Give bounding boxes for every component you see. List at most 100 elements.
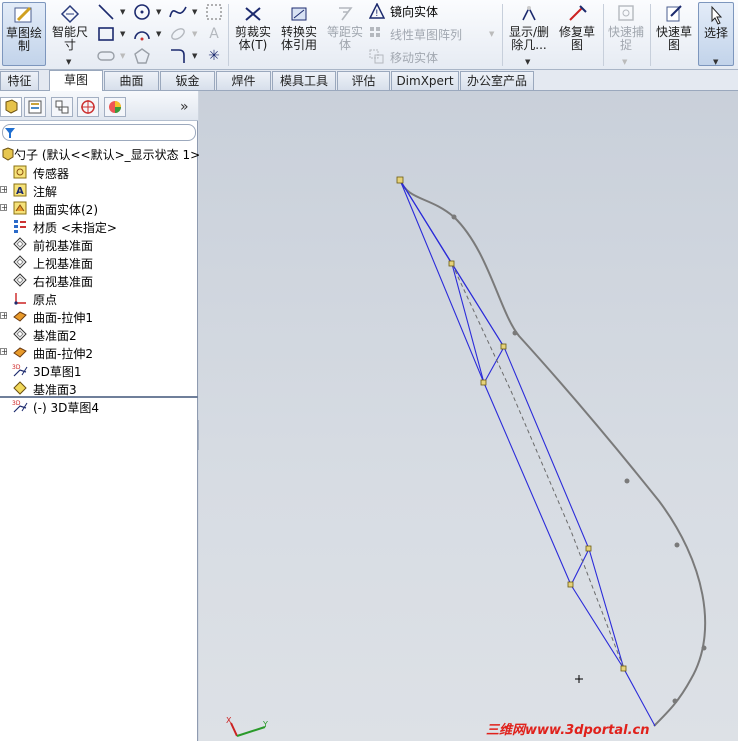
display-manager-tab[interactable]: [104, 97, 126, 117]
tree-item[interactable]: 3D 3D草图1: [0, 361, 198, 379]
sensor-icon: [12, 164, 28, 180]
tree-item[interactable]: 基准面2: [0, 325, 198, 343]
polygon-icon[interactable]: [132, 46, 152, 66]
property-manager-tab[interactable]: [24, 97, 46, 117]
dimxpert-manager-tab[interactable]: [77, 97, 99, 117]
ellipse-icon[interactable]: [168, 24, 188, 44]
tree-item[interactable]: 传感器: [0, 163, 198, 181]
plane-icon: [12, 326, 28, 342]
tab-sketch[interactable]: 草图: [49, 70, 103, 91]
expand-plus-icon[interactable]: +: [0, 186, 8, 194]
tree-item[interactable]: 原点: [0, 289, 198, 307]
line-dropdown-icon[interactable]: ▼: [120, 8, 125, 16]
tab-sheet-metal[interactable]: 钣金: [160, 71, 215, 90]
rapid-sketch-button[interactable]: 快速草 图: [653, 2, 695, 66]
tree-root-part[interactable]: 勺子 (默认<<默认>_显示状态 1>): [0, 145, 205, 163]
spline-icon[interactable]: [168, 2, 188, 22]
tree-item-label: 基准面2: [33, 329, 77, 343]
graphics-area[interactable]: X Y: [199, 91, 738, 741]
grid-icon[interactable]: [204, 2, 224, 22]
feature-manager-tab[interactable]: [0, 97, 22, 117]
svg-text:A: A: [16, 186, 24, 197]
sketch3d-icon: 3D: [12, 398, 28, 414]
display-delete-relations-button[interactable]: 显示/删 除几...: [506, 2, 552, 66]
expand-plus-icon[interactable]: +: [0, 204, 8, 212]
offset-entities-button[interactable]: 等距实 体: [324, 2, 366, 66]
expand-plus-icon[interactable]: +: [0, 312, 8, 320]
ribbon-separator: [603, 4, 604, 66]
repair-sketch-button[interactable]: 修复草 图: [554, 2, 600, 66]
relations-icon: [522, 6, 536, 21]
tree-item-label: 上视基准面: [33, 257, 94, 271]
point-icon[interactable]: ✳: [204, 46, 224, 66]
fillet-icon[interactable]: [168, 46, 188, 66]
tree-item[interactable]: + 曲面-拉伸2: [0, 343, 198, 361]
construction-line: [451, 263, 625, 670]
ellipse-dropdown-icon[interactable]: ▼: [192, 30, 197, 38]
tree-item[interactable]: 上视基准面: [0, 253, 198, 271]
feature-tree-icon: [5, 99, 18, 114]
expand-panel-chevron-icon[interactable]: »: [180, 99, 189, 115]
arc-icon[interactable]: [132, 24, 152, 44]
tree-item-label: 右视基准面: [33, 275, 94, 289]
expand-plus-icon[interactable]: +: [0, 348, 8, 356]
line-icon[interactable]: [96, 2, 116, 22]
rectangle-icon[interactable]: [96, 24, 116, 44]
slot-dropdown-icon[interactable]: ▼: [120, 52, 125, 60]
command-manager-tabs: 特征 草图 曲面 钣金 焊件 模具工具 评估 DimXpert 办公室产品: [0, 70, 738, 91]
circle-dropdown-icon[interactable]: ▼: [156, 8, 161, 16]
cursor-crosshair: [575, 675, 583, 683]
move-entities-button[interactable]: 移动实体: [368, 47, 438, 67]
axis-y-label: Y: [262, 720, 268, 729]
tree-item[interactable]: + 曲面实体(2): [0, 199, 198, 217]
configuration-manager-tab[interactable]: [51, 97, 73, 117]
move-label: 移动实体: [390, 50, 439, 65]
quick-snap-dropdown[interactable]: ▼: [622, 58, 627, 66]
rollback-bar[interactable]: [0, 396, 198, 398]
slot-icon[interactable]: [96, 46, 116, 66]
filter-funnel-icon: [5, 128, 15, 138]
tab-features[interactable]: 特征: [0, 71, 39, 90]
select-button[interactable]: 选择: [698, 2, 734, 66]
rapid-sketch-icon: [666, 5, 682, 22]
tree-item[interactable]: + 曲面-拉伸1: [0, 307, 198, 325]
text-a-icon[interactable]: A: [204, 24, 224, 44]
tree-item[interactable]: 右视基准面: [0, 271, 198, 289]
spline-dropdown-icon[interactable]: ▼: [192, 8, 197, 16]
command-manager-ribbon: 草图绘 制 智能尺 寸 ▼ ▼ ▼ ▼ ▼ ▼ ▼ A ▼ ▼ ✳ 剪裁实 体(…: [0, 0, 738, 70]
repair-sketch-label: 修复草 图: [558, 25, 595, 52]
tab-weldments[interactable]: 焊件: [216, 71, 271, 90]
tab-mold-tools[interactable]: 模具工具: [272, 71, 336, 90]
annotation-icon: A: [12, 182, 28, 198]
smart-dimension-button[interactable]: 智能尺 寸: [48, 2, 92, 66]
fillet-dropdown-icon[interactable]: ▼: [192, 52, 197, 60]
tree-item[interactable]: 3D (-) 3D草图4: [0, 397, 198, 415]
tab-dimxpert[interactable]: DimXpert: [391, 71, 459, 90]
sketch3d-icon: 3D: [12, 362, 28, 378]
rectangle-dropdown-icon[interactable]: ▼: [120, 30, 125, 38]
tree-item[interactable]: 基准面3: [0, 379, 198, 397]
circle-icon[interactable]: [132, 2, 152, 22]
arc-dropdown-icon[interactable]: ▼: [156, 30, 161, 38]
tab-evaluate[interactable]: 评估: [337, 71, 390, 90]
tab-office-products[interactable]: 办公室产品: [460, 71, 534, 90]
quick-snaps-button[interactable]: 快速捕 捉: [606, 2, 646, 66]
convert-icon: [291, 7, 307, 21]
convert-entities-button[interactable]: 转换实 体引用: [276, 2, 322, 66]
relations-dropdown[interactable]: ▼: [525, 58, 530, 66]
mirror-entities-button[interactable]: ! 镜向实体: [368, 1, 438, 21]
trim-entities-button[interactable]: 剪裁实 体(T): [232, 2, 274, 66]
linear-pattern-button[interactable]: 线性草图阵列: [368, 24, 462, 44]
linear-pattern-dropdown[interactable]: ▼: [489, 30, 494, 38]
rapid-sketch-label: 快速草 图: [655, 25, 692, 52]
tree-filter-input[interactable]: [2, 124, 196, 141]
select-dropdown[interactable]: ▼: [713, 58, 718, 66]
tree-item[interactable]: 材质 <未指定>: [0, 217, 198, 235]
quick-snap-label: 快速捕 捉: [607, 25, 644, 52]
tab-surfaces[interactable]: 曲面: [104, 71, 159, 90]
tree-item[interactable]: + A 注解: [0, 181, 198, 199]
tree-item[interactable]: 前视基准面: [0, 235, 198, 253]
sketch-label: 草图绘 制: [5, 26, 42, 53]
smart-dim-dropdown[interactable]: ▼: [66, 58, 71, 66]
sketch-button[interactable]: 草图绘 制: [2, 2, 46, 66]
